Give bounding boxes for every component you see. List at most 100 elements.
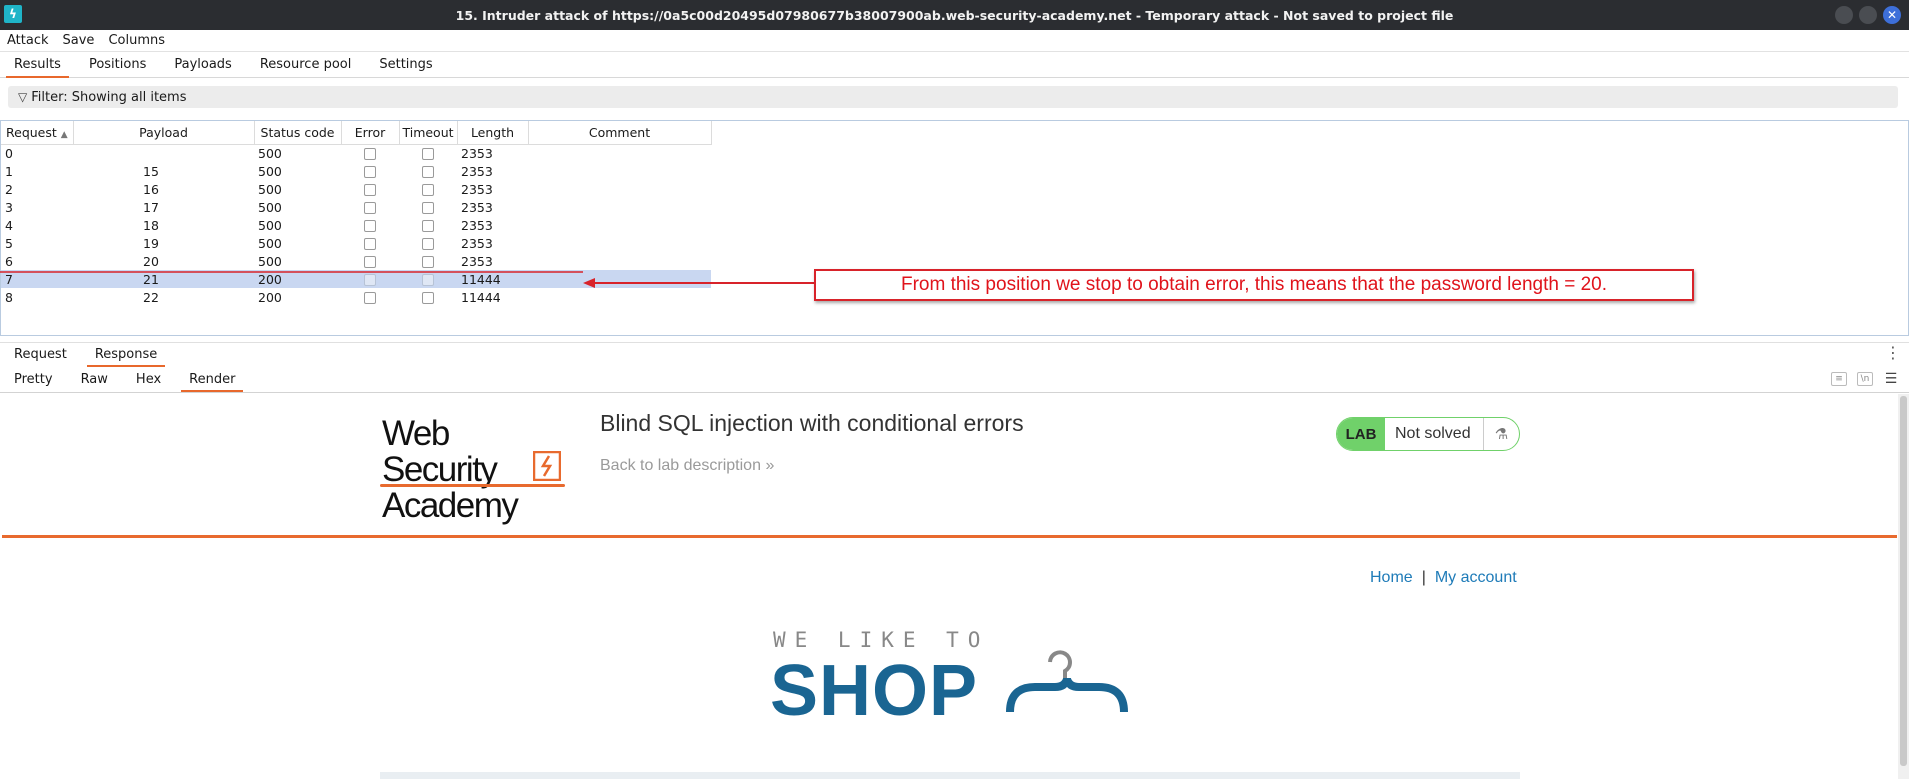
tab-hex[interactable]: Hex xyxy=(122,368,175,391)
table-row[interactable]: 8 22 200 11444 xyxy=(1,288,711,306)
back-to-lab-link[interactable]: Back to lab description » xyxy=(600,457,774,475)
more-options-icon[interactable]: ⋮ xyxy=(1885,343,1901,362)
payload-cell: 21 xyxy=(73,270,254,288)
column-header-length[interactable]: Length xyxy=(457,121,529,145)
tab-settings[interactable]: Settings xyxy=(365,57,446,77)
column-header-status-code[interactable]: Status code xyxy=(254,121,342,145)
table-row[interactable]: 2 16 500 2353 xyxy=(1,180,711,198)
timeout-checkbox-box[interactable] xyxy=(422,166,434,178)
timeout-checkbox xyxy=(399,144,457,162)
header-divider xyxy=(2,535,1897,538)
nav-home-link[interactable]: Home xyxy=(1370,569,1413,586)
error-checkbox xyxy=(341,180,399,198)
timeout-checkbox-box[interactable] xyxy=(422,148,434,161)
column-header-request[interactable]: Request ▲ xyxy=(1,121,74,145)
close-button[interactable]: ✕ xyxy=(1883,6,1901,24)
payload-cell: 19 xyxy=(143,235,159,251)
menu-icon[interactable]: ☰ xyxy=(1883,371,1899,387)
length-cell: 2353 xyxy=(461,145,493,161)
tab-resource-pool[interactable]: Resource pool xyxy=(246,57,366,77)
timeout-checkbox-box[interactable] xyxy=(422,256,434,268)
tab-render[interactable]: Render xyxy=(175,368,249,392)
error-checkbox xyxy=(341,252,399,270)
table-row[interactable]: 1 15 500 2353 xyxy=(1,162,711,180)
payload-cell: 20 xyxy=(143,253,159,269)
logo-underline xyxy=(380,484,565,487)
window-title: 15. Intruder attack of https://0a5c00d20… xyxy=(455,7,1454,23)
table-row[interactable]: 4 18 500 2353 xyxy=(1,216,711,234)
comment-cell xyxy=(528,216,711,234)
status-code-cell: 200 xyxy=(254,270,341,288)
error-checkbox-box[interactable] xyxy=(364,166,376,178)
timeout-checkbox-box[interactable] xyxy=(422,202,434,214)
wrap-lines-icon[interactable]: ≡ xyxy=(1831,372,1847,386)
column-header-payload[interactable]: Payload xyxy=(73,121,255,145)
filter-text: Filter: Showing all items xyxy=(31,89,187,105)
timeout-checkbox xyxy=(399,288,457,306)
timeout-checkbox-box[interactable] xyxy=(422,238,434,250)
column-header-error[interactable]: Error xyxy=(341,121,400,145)
tab-request[interactable]: Request xyxy=(0,343,81,366)
menu-bar: Attack Save Columns xyxy=(0,30,1909,52)
timeout-checkbox xyxy=(399,216,457,234)
column-header-timeout[interactable]: Timeout xyxy=(399,121,458,145)
status-code-cell: 500 xyxy=(258,199,282,215)
attack-tabs: Results Positions Payloads Resource pool… xyxy=(0,52,1909,78)
error-checkbox xyxy=(341,270,399,288)
comment-cell xyxy=(528,162,711,180)
status-code-cell: 500 xyxy=(258,181,282,197)
tab-positions[interactable]: Positions xyxy=(75,57,160,77)
table-row[interactable]: 6 20 500 2353 xyxy=(1,252,711,270)
table-row[interactable]: 5 19 500 2353 xyxy=(1,234,711,252)
comment-cell xyxy=(528,198,711,216)
newline-icon[interactable]: \n xyxy=(1857,372,1873,386)
request-cell: 6 xyxy=(5,253,13,269)
menu-attack[interactable]: Attack xyxy=(0,33,56,48)
error-checkbox-box[interactable] xyxy=(364,274,376,286)
payload-cell xyxy=(73,144,254,162)
error-checkbox xyxy=(341,234,399,252)
status-code-cell: 500 xyxy=(258,217,282,233)
timeout-checkbox-box[interactable] xyxy=(422,184,434,196)
table-row[interactable]: 7 21 200 11444 xyxy=(1,270,711,288)
menu-save[interactable]: Save xyxy=(56,33,102,48)
timeout-checkbox xyxy=(399,234,457,252)
filter-bar[interactable]: ▽ Filter: Showing all items xyxy=(8,86,1898,108)
timeout-checkbox-box[interactable] xyxy=(422,220,434,232)
timeout-checkbox-box[interactable] xyxy=(422,292,434,304)
minimize-button[interactable] xyxy=(1835,6,1853,24)
error-checkbox-box[interactable] xyxy=(364,292,376,304)
maximize-button[interactable] xyxy=(1859,6,1877,24)
error-checkbox-box[interactable] xyxy=(364,238,376,250)
error-checkbox-box[interactable] xyxy=(364,202,376,214)
nav-my-account-link[interactable]: My account xyxy=(1435,569,1517,586)
error-checkbox-box[interactable] xyxy=(364,256,376,268)
content-strip xyxy=(380,772,1520,779)
comment-cell xyxy=(528,234,711,252)
tab-pretty[interactable]: Pretty xyxy=(0,368,67,391)
comment-cell xyxy=(528,270,711,288)
tab-payloads[interactable]: Payloads xyxy=(160,57,245,77)
timeout-checkbox-box[interactable] xyxy=(422,274,434,286)
error-checkbox xyxy=(341,198,399,216)
error-checkbox-box[interactable] xyxy=(364,184,376,196)
tab-response[interactable]: Response xyxy=(81,343,171,367)
filter-icon: ▽ xyxy=(18,90,28,104)
column-header-comment[interactable]: Comment xyxy=(528,121,712,145)
timeout-checkbox xyxy=(399,270,457,288)
menu-columns[interactable]: Columns xyxy=(101,33,172,48)
flask-icon[interactable]: ⚗ xyxy=(1483,418,1519,450)
error-checkbox-box[interactable] xyxy=(364,220,376,232)
lab-status: Not solved xyxy=(1395,425,1471,442)
table-row[interactable]: 3 17 500 2353 xyxy=(1,198,711,216)
tab-raw[interactable]: Raw xyxy=(67,368,122,391)
request-cell: 3 xyxy=(5,199,13,215)
title-bar: ϟ 15. Intruder attack of https://0a5c00d… xyxy=(0,0,1909,30)
error-checkbox-box[interactable] xyxy=(364,148,376,161)
shop-tagline: WE LIKE TO xyxy=(773,628,990,652)
comment-cell xyxy=(528,252,711,270)
tab-results[interactable]: Results xyxy=(0,57,75,78)
table-row[interactable]: 0 500 2353 xyxy=(1,144,711,162)
render-scrollbar[interactable] xyxy=(1898,394,1909,779)
request-cell: 1 xyxy=(5,163,13,179)
